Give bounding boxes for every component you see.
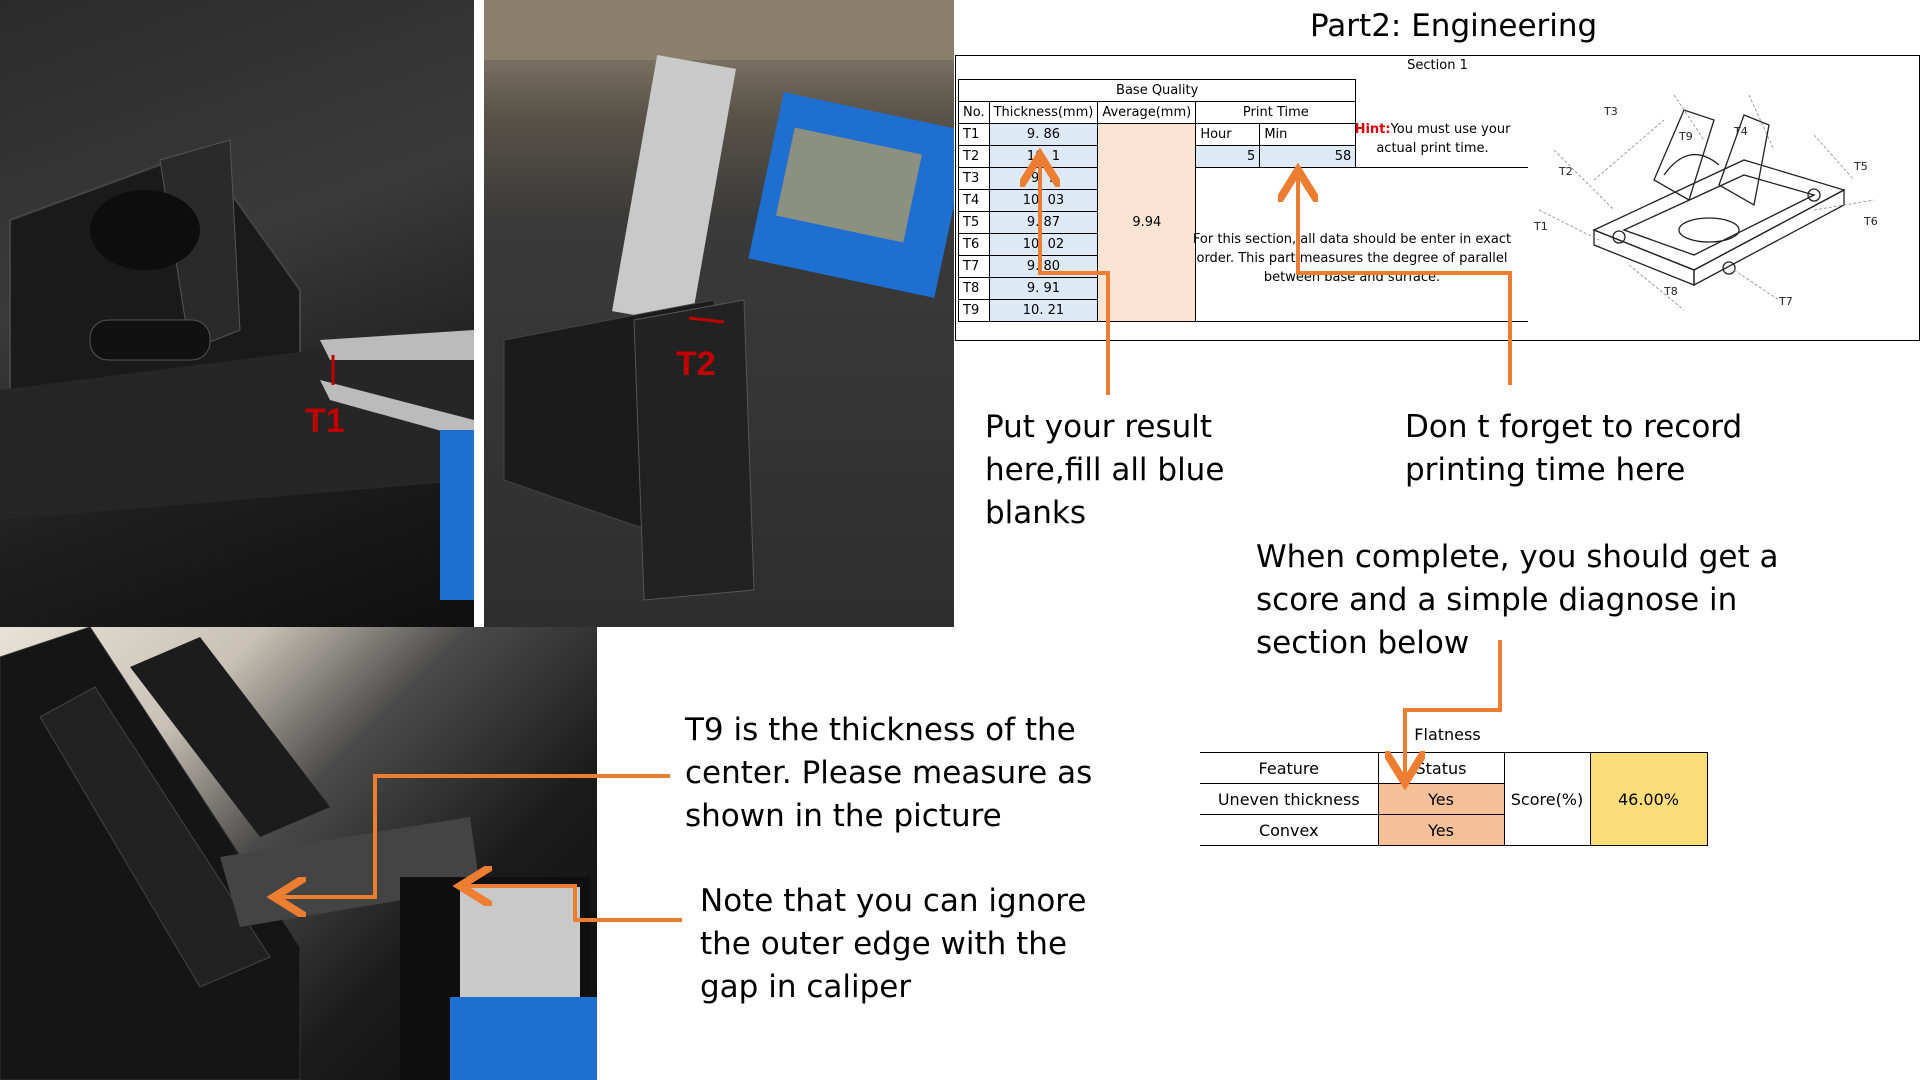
arrow-to-status xyxy=(1405,640,1502,775)
arrow-to-t9 xyxy=(282,774,670,897)
arrow-to-outer-edge xyxy=(468,886,682,922)
arrow-to-print-time xyxy=(1298,178,1512,385)
arrow-overlay xyxy=(0,0,1512,922)
arrow-to-thickness xyxy=(1040,163,1110,395)
